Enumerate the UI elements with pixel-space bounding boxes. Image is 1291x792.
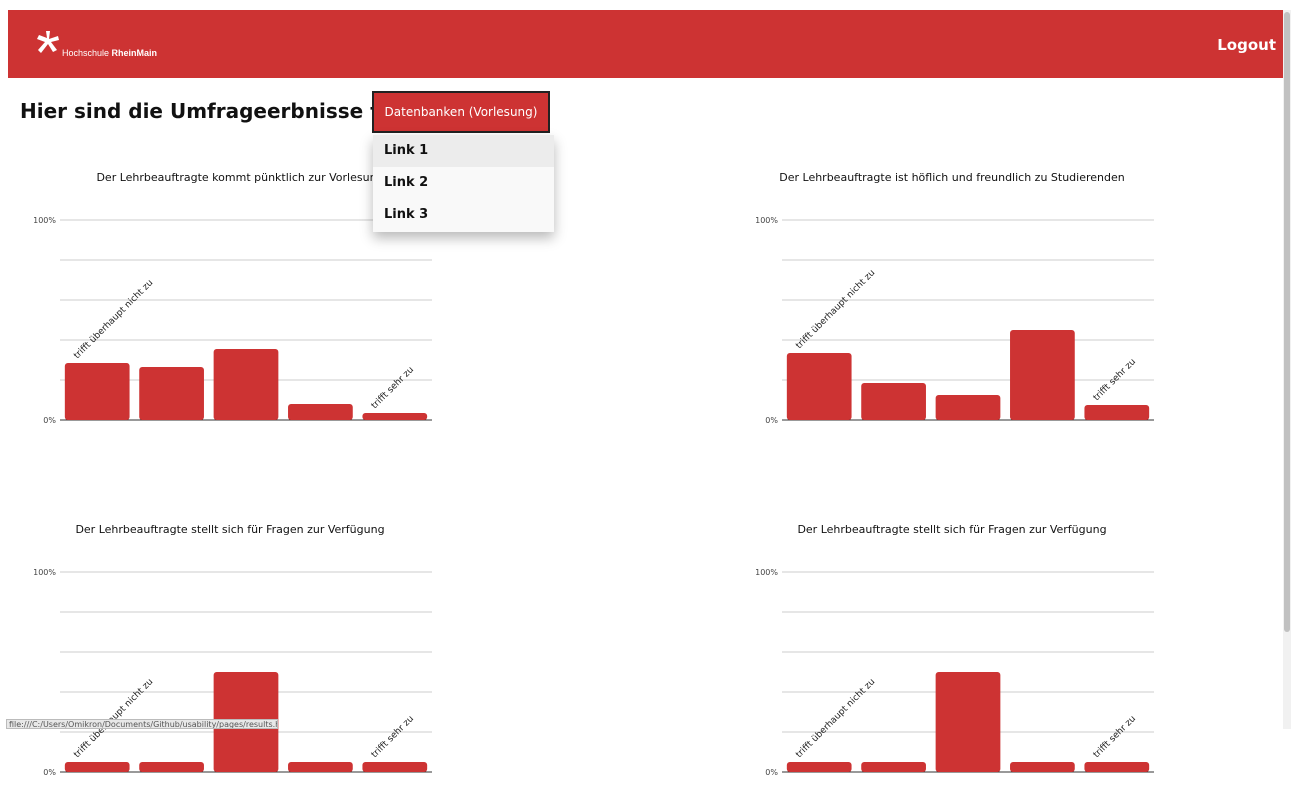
bar — [362, 762, 428, 772]
logo-text: Hochschule RheinMain — [62, 48, 157, 58]
course-dropdown-menu: Link 1 Link 2 Link 3 — [373, 135, 554, 232]
bar — [861, 383, 926, 420]
chart-title: Der Lehrbeauftragte stellt sich für Frag… — [75, 523, 384, 536]
y-tick-label: 0% — [43, 768, 56, 777]
chart-title: Der Lehrbeauftragte stellt sich für Frag… — [797, 523, 1106, 536]
y-tick-label: 100% — [33, 568, 56, 577]
y-tick-label: 100% — [33, 216, 56, 225]
bar — [861, 762, 926, 772]
dropdown-item-link-1[interactable]: Link 1 — [373, 135, 554, 167]
bar — [935, 395, 1001, 420]
bar — [1010, 330, 1075, 420]
page-heading: Hier sind die Umfrageerbnisse für: — [20, 99, 411, 123]
bar — [64, 363, 130, 420]
category-label: trifft sehr zu — [370, 714, 416, 760]
chart-title: Der Lehrbeauftragte ist höflich und freu… — [779, 171, 1125, 184]
bar — [1084, 762, 1150, 772]
status-bar-url: file:///C:/Users/Omikron/Documents/Githu… — [6, 719, 278, 729]
category-label: trifft sehr zu — [1092, 714, 1138, 760]
page-scrollbar[interactable] — [1283, 10, 1291, 729]
category-label: trifft sehr zu — [370, 365, 416, 411]
course-select-button[interactable]: Datenbanken (Vorlesung) — [372, 91, 550, 133]
bar — [64, 762, 130, 772]
bar — [288, 404, 353, 420]
bar — [362, 413, 428, 420]
chart-title: Der Lehrbeauftragte kommt pünktlich zur … — [96, 171, 383, 184]
category-label: trifft überhaupt nicht zu — [794, 677, 877, 760]
bar — [213, 349, 279, 420]
bar — [1084, 405, 1150, 420]
category-label: trifft überhaupt nicht zu — [794, 268, 877, 351]
bar — [288, 762, 353, 772]
logo-star-icon — [37, 31, 59, 53]
y-tick-label: 0% — [43, 416, 56, 425]
bar-chart-3: Der Lehrbeauftragte stellt sich für Frag… — [33, 523, 432, 777]
bar-chart-4: Der Lehrbeauftragte stellt sich für Frag… — [755, 523, 1154, 777]
logo-text-bold: RheinMain — [111, 48, 158, 58]
category-label: trifft überhaupt nicht zu — [72, 278, 155, 361]
header-bar: Hochschule RheinMain Logout — [8, 10, 1283, 78]
logout-button[interactable]: Logout — [1217, 36, 1276, 54]
bar — [1010, 762, 1075, 772]
bar — [786, 353, 852, 420]
bar — [139, 762, 204, 772]
y-tick-label: 100% — [755, 216, 778, 225]
y-tick-label: 0% — [765, 768, 778, 777]
logo-text-light: Hochschule — [62, 48, 112, 58]
bar — [786, 762, 852, 772]
bar-chart-2: Der Lehrbeauftragte ist höflich und freu… — [755, 171, 1154, 425]
y-tick-label: 100% — [755, 568, 778, 577]
dropdown-item-link-2[interactable]: Link 2 — [373, 167, 554, 199]
bar — [139, 367, 204, 420]
bar — [935, 672, 1001, 772]
y-tick-label: 0% — [765, 416, 778, 425]
scrollbar-thumb[interactable] — [1284, 12, 1290, 632]
dropdown-item-link-3[interactable]: Link 3 — [373, 199, 554, 231]
